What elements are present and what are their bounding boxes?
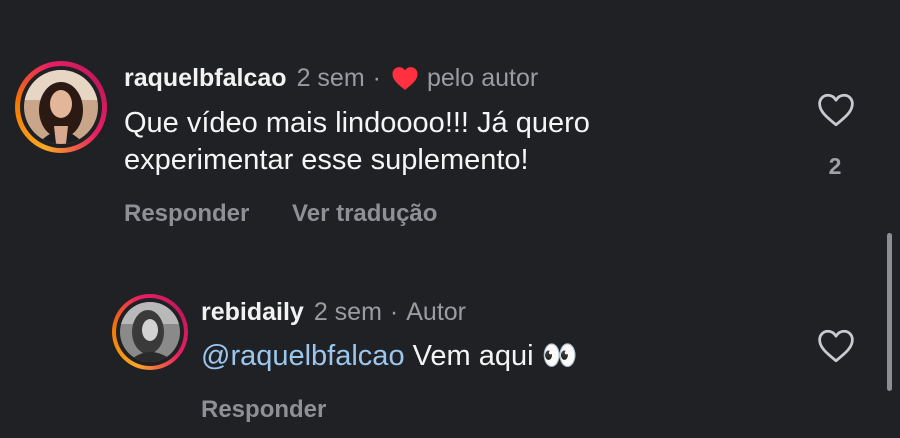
comment-text-body: Vem aqui: [404, 340, 542, 372]
comment-actions: Responder Ver tradução: [124, 200, 473, 228]
separator: ·: [389, 298, 399, 326]
timestamp: 2 sem: [296, 64, 365, 92]
avatar-story-ring[interactable]: [112, 294, 188, 370]
username[interactable]: rebidaily: [201, 298, 304, 327]
like-count: 2: [828, 153, 842, 179]
reply-button[interactable]: Responder: [201, 396, 326, 423]
comment-text-line: Que vídeo mais lindoooo!!! Já quero: [124, 107, 590, 139]
comments-screen: { "comments": [ { "username": "raquelbfa…: [0, 0, 900, 438]
author-badge: Autor: [406, 298, 467, 326]
heart-outline-icon[interactable]: [816, 328, 856, 369]
comment-actions: Responder: [201, 396, 362, 424]
liked-by-author-label: pelo autor: [426, 64, 539, 92]
reply-button[interactable]: Responder: [124, 200, 249, 227]
comment-header: raquelbfalcao 2 sem · pelo autor: [124, 64, 538, 93]
timestamp: 2 sem: [313, 298, 382, 326]
eyes-emoji: 👀: [541, 340, 578, 372]
comment-text: @raquelbfalcao Vem aqui 👀: [201, 338, 578, 375]
translate-button[interactable]: Ver tradução: [292, 200, 437, 227]
username[interactable]: raquelbfalcao: [124, 64, 287, 93]
comment-text-line: experimentar esse suplemento!: [124, 144, 529, 176]
avatar: [24, 70, 98, 144]
scrollbar[interactable]: [887, 233, 892, 391]
avatar-story-ring[interactable]: [15, 61, 107, 153]
mention-link[interactable]: @raquelbfalcao: [201, 340, 405, 372]
separator: ·: [372, 64, 381, 92]
heart-outline-icon[interactable]: [816, 92, 856, 133]
avatar: [120, 302, 180, 362]
comment-text: Que vídeo mais lindoooo!!! Já quero expe…: [124, 105, 590, 179]
comment-header: rebidaily 2 sem · Autor: [201, 298, 466, 327]
heart-filled-icon: [391, 66, 419, 91]
